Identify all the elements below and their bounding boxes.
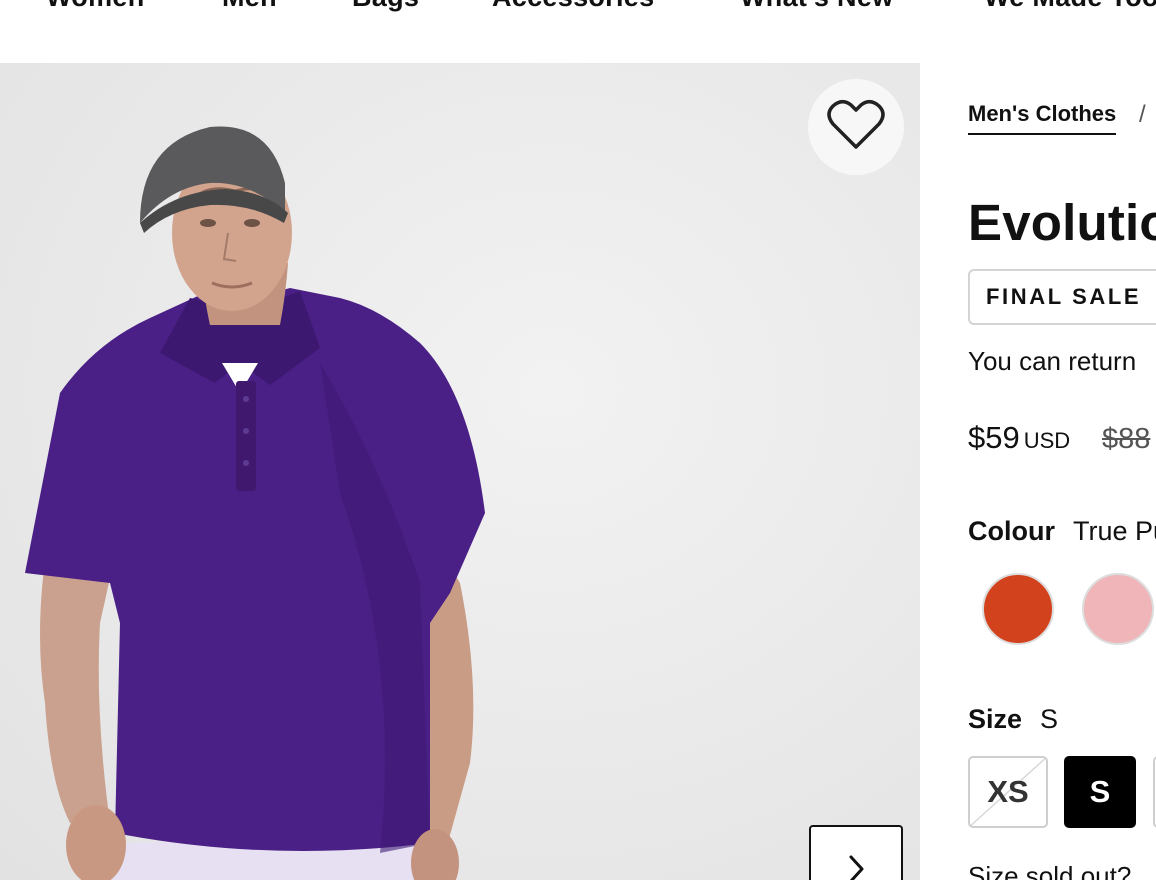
product-title: Evolution	[968, 194, 1156, 251]
top-navigation: Women Men Bags Accessories What's New We…	[0, 0, 1156, 63]
return-policy-note: You can return	[968, 346, 1137, 376]
nav-item-women[interactable]: Women	[46, 0, 145, 13]
size-option-s[interactable]: S	[1064, 756, 1136, 828]
size-option-xs[interactable]: XS	[968, 756, 1048, 828]
price-amount: $59	[968, 420, 1020, 455]
colour-label: Colour	[968, 516, 1055, 546]
colour-swatch-pink[interactable]	[1082, 573, 1154, 645]
product-details-panel: Men's Clothes / Evolution FINAL SALE You…	[920, 63, 1156, 880]
breadcrumb-mens-clothes[interactable]: Men's Clothes	[968, 101, 1117, 135]
sale-price: $59 USD	[968, 420, 1070, 456]
colour-swatch-orange[interactable]	[982, 573, 1054, 645]
price-currency: USD	[1023, 428, 1071, 453]
selected-colour: True Purple	[1073, 516, 1156, 546]
nav-item-men[interactable]: Men	[222, 0, 277, 13]
product-photo	[25, 126, 485, 880]
size-label: Size	[968, 704, 1023, 734]
next-image-button[interactable]	[809, 825, 903, 880]
final-sale-badge: FINAL SALE	[968, 269, 1156, 325]
favourite-button[interactable]	[808, 79, 904, 175]
chevron-right-icon	[848, 855, 864, 880]
nav-item-accessories[interactable]: Accessories	[492, 0, 654, 13]
heart-icon	[827, 99, 885, 156]
product-image-gallery[interactable]	[0, 63, 920, 880]
size-option-xs-label: XS	[987, 774, 1029, 809]
nav-item-whats-new[interactable]: What's New	[740, 0, 893, 13]
selected-size: S	[1040, 704, 1059, 734]
nav-item-we-made-too-much[interactable]: We Made Too Much	[984, 0, 1156, 13]
breadcrumb-separator: /	[1139, 101, 1146, 128]
original-price: $88	[1102, 423, 1151, 455]
nav-item-bags[interactable]: Bags	[352, 0, 419, 13]
final-sale-label: FINAL SALE	[986, 284, 1142, 309]
size-option-s-label: S	[1089, 774, 1111, 809]
size-sold-out-link[interactable]: Size sold out?	[968, 861, 1131, 880]
